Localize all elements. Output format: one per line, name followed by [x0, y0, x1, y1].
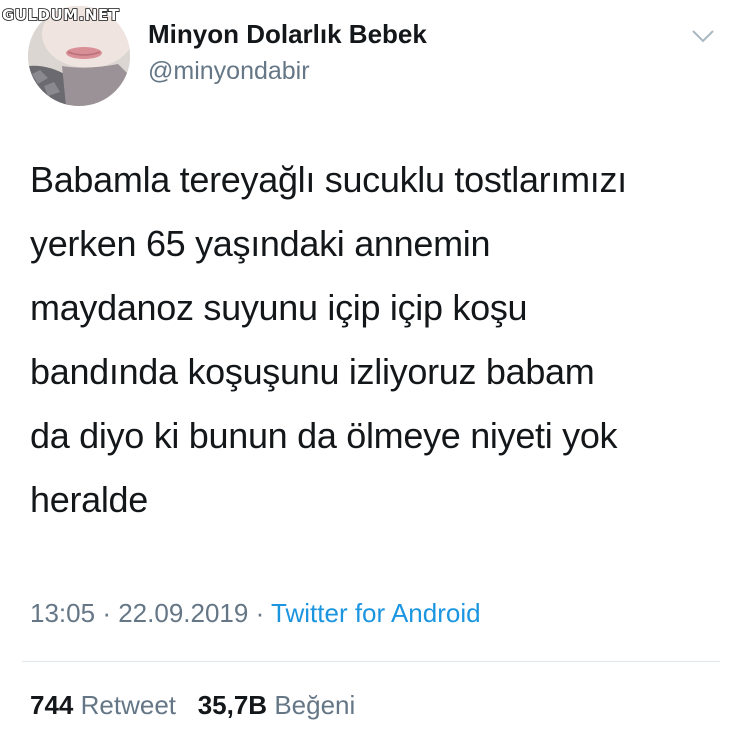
like-count: 35,7B [197, 690, 268, 720]
meta-separator: · [255, 598, 265, 628]
like-label: Beğeni [274, 690, 356, 720]
retweet-count: 744 [30, 690, 74, 720]
display-name[interactable]: Minyon Dolarlık Bebek [148, 19, 427, 50]
meta-separator: · [102, 598, 111, 628]
tweet-meta: 13:05 · 22.09.2019 · Twitter for Android [30, 598, 481, 629]
tweet-time: 13:05 [30, 598, 96, 628]
retweets-stat[interactable]: 744 Retweet [30, 690, 176, 720]
retweet-label: Retweet [80, 690, 177, 720]
divider [22, 661, 720, 662]
site-watermark: GULDUM.NET [1, 5, 120, 25]
chevron-down-icon[interactable] [690, 28, 716, 44]
tweet-stats: 744 Retweet 35,7B Beğeni [30, 690, 355, 721]
tweet-text: Babamla tereyağlı sucuklu tostlarımızı y… [30, 159, 627, 520]
tweet-source-link[interactable]: Twitter for Android [271, 598, 481, 628]
likes-stat[interactable]: 35,7B Beğeni [198, 690, 356, 720]
user-handle[interactable]: @minyondabir [148, 57, 310, 86]
tweet-date: 22.09.2019 [118, 598, 249, 628]
